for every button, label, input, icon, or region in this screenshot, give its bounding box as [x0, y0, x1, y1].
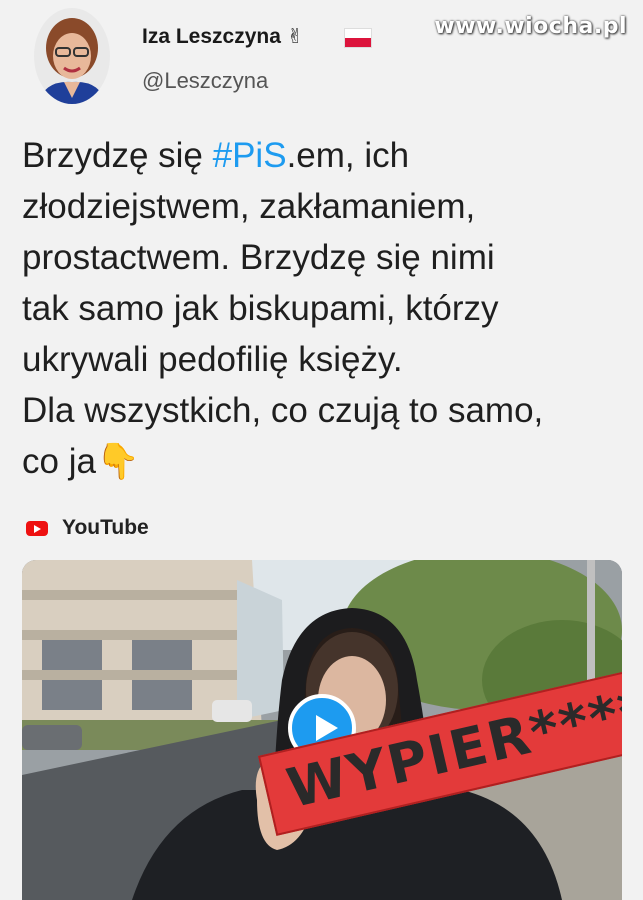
pointing-down-icon: 👇	[95, 442, 140, 482]
tweet-line-5: ukrywali pedofilię księży.	[22, 340, 403, 379]
victory-hand-icon: ✌	[286, 24, 304, 48]
tweet-text: Brzydzę się #PiS.em, ich złodziejstwem, …	[22, 130, 622, 488]
youtube-icon	[26, 520, 48, 536]
hashtag-link[interactable]: #PiS	[213, 136, 287, 175]
poland-flag-icon	[344, 28, 372, 48]
tweet-line-4: tak samo jak biskupami, którzy	[22, 289, 499, 328]
tweet-text-segment: .em, ich	[286, 136, 410, 175]
author-name[interactable]: Iza Leszczyna ✌	[142, 24, 304, 49]
avatar[interactable]	[34, 8, 110, 104]
video-source[interactable]: YouTube	[26, 516, 149, 540]
video-source-label: YouTube	[62, 516, 149, 539]
tweet-line-3: prostactwem. Brzydzę się nimi	[22, 238, 495, 277]
tweet-line-1: Brzydzę się #PiS.em, ich	[22, 130, 622, 181]
tweet-text-segment: co ja	[22, 442, 96, 481]
tweet-line-2: złodziejstwem, zakłamaniem,	[22, 187, 476, 226]
tweet-line-7: co ja👇	[22, 436, 622, 488]
author-handle[interactable]: @Leszczyna	[142, 68, 268, 94]
tweet-text-segment: Brzydzę się	[22, 136, 213, 175]
watermark: www.wiocha.pl	[434, 14, 627, 39]
author-name-text: Iza Leszczyna	[142, 25, 281, 48]
video-thumbnail[interactable]: WYPIER****	[22, 560, 622, 900]
tweet-line-6: Dla wszystkich, co czują to samo,	[22, 391, 544, 430]
